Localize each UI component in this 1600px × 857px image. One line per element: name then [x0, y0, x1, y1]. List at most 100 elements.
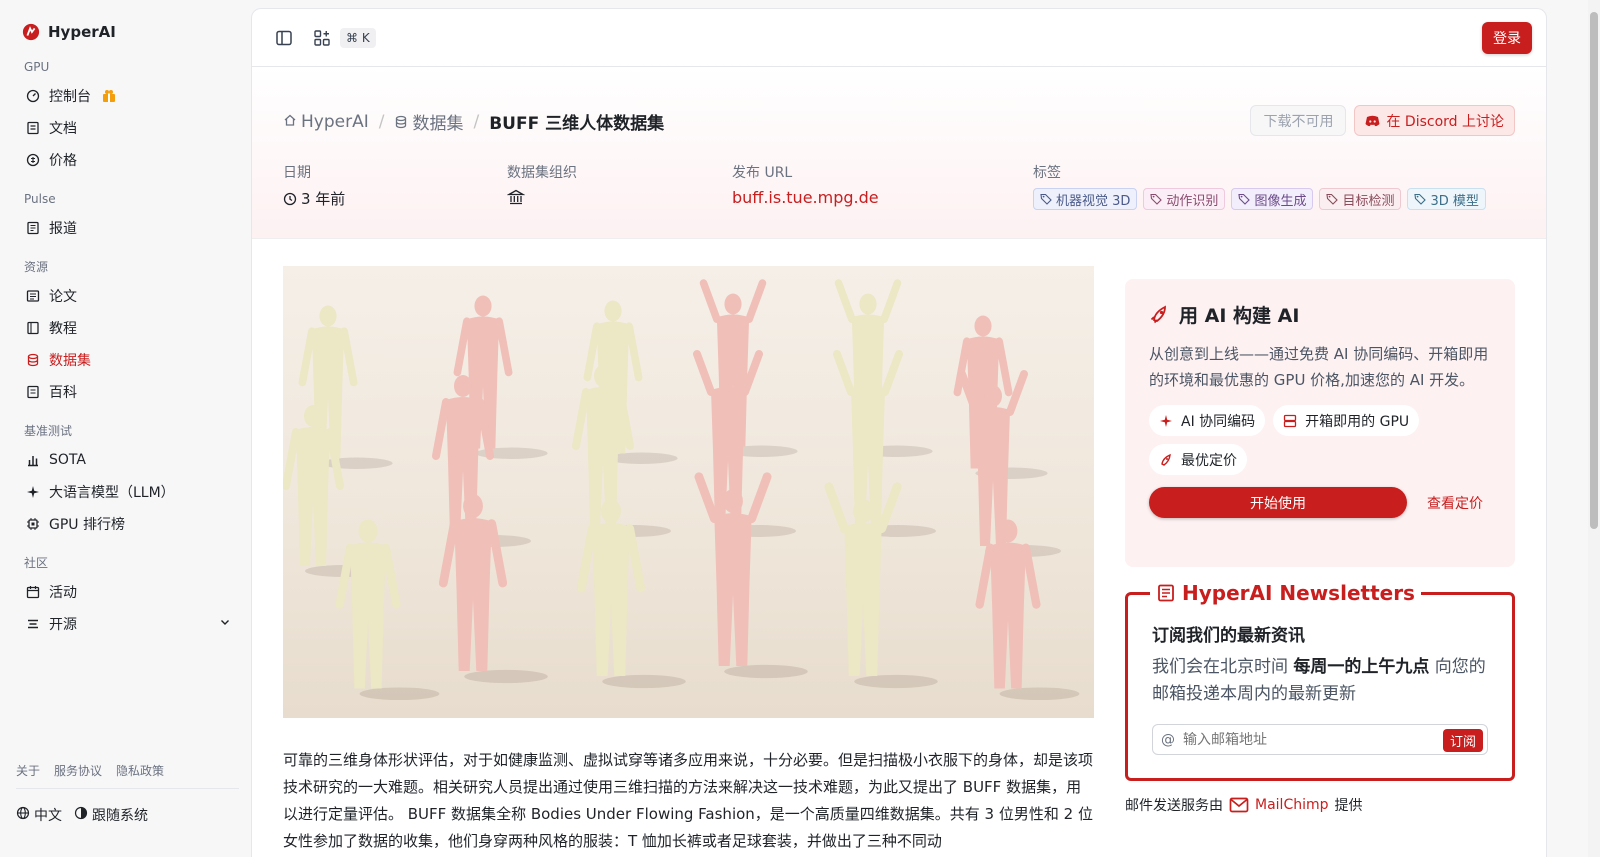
tag-chip[interactable]: 图像生成 — [1231, 188, 1314, 210]
newsletter-text-bold: 每周一的上午九点 — [1293, 657, 1430, 677]
subscribe-button[interactable]: 订阅 — [1442, 729, 1483, 752]
mailchimp-credit-post: 提供 — [1334, 798, 1363, 814]
chart-icon — [26, 453, 40, 467]
sidebar-item-label: 价格 — [49, 153, 77, 169]
tutorial-icon — [26, 321, 40, 335]
apps-icon[interactable] — [312, 28, 332, 48]
newsletter-title: HyperAI Newsletters — [1182, 581, 1415, 605]
sidebar-item-label: GPU 排行榜 — [49, 517, 125, 533]
sidebar-item-console[interactable]: 控制台 — [16, 80, 239, 112]
sidebar-item-label: 论文 — [49, 289, 77, 305]
tag-chip[interactable]: 3D 模型 — [1407, 188, 1486, 210]
meta-date-value: 3 年前 — [301, 190, 346, 208]
mailchimp-link[interactable]: MailChimp — [1255, 797, 1329, 813]
sidebar-item-llm[interactable]: 大语言模型（LLM） — [16, 476, 239, 508]
sidebar-item-price[interactable]: 价格 — [16, 144, 239, 176]
database-icon — [394, 115, 408, 129]
sidebar-item-label: 报道 — [49, 221, 77, 237]
meta-date: 日期 3 年前 — [283, 162, 345, 209]
footer-settings: 中文 跟随系统 — [16, 805, 148, 825]
sidebar-item-gpu-leaderboard[interactable]: GPU 排行榜 — [16, 508, 239, 540]
newsletter-text: 我们会在北京时间 每周一的上午九点 向您的邮箱投递本周内的最新更新 — [1152, 654, 1488, 708]
dataset-description: 可靠的三维身体形状评估，对于如健康监测、虚拟试穿等诸多应用来说，十分必要。但是扫… — [283, 751, 1094, 850]
meta-org-value-row — [507, 188, 577, 206]
tag-list: 机器视觉 3D 动作识别 图像生成 目标检测 3D 模型 — [1033, 188, 1486, 210]
sidebar-item-tutorials[interactable]: 教程 — [16, 312, 239, 344]
mailchimp-credit: 邮件发送服务由 MailChimp 提供 — [1125, 795, 1363, 815]
tag-chip[interactable]: 目标检测 — [1319, 188, 1402, 210]
wiki-icon — [26, 385, 40, 399]
tag-label: 图像生成 — [1254, 193, 1307, 209]
promo-cta: 开始使用 查看定价 — [1149, 487, 1491, 518]
calendar-icon — [26, 585, 40, 599]
section-label-community: 社区 — [24, 556, 49, 570]
view-pricing-link[interactable]: 查看定价 — [1427, 493, 1483, 513]
language-switch[interactable]: 中文 — [16, 805, 62, 825]
header-actions: 下载不可用 在 Discord 上讨论 — [1250, 105, 1515, 136]
section-label-pulse: Pulse — [24, 192, 56, 206]
language-label: 中文 — [34, 808, 62, 824]
sidebar-item-label: 控制台 — [49, 89, 91, 105]
newsletter-text-pre: 我们会在北京时间 — [1152, 657, 1294, 677]
paper-icon — [26, 289, 40, 303]
breadcrumb-datasets-label: 数据集 — [412, 114, 464, 134]
theme-switch[interactable]: 跟随系统 — [74, 805, 148, 825]
dataset-preview-image — [283, 266, 1094, 718]
meta-org: 数据集组织 — [507, 162, 577, 206]
meta-date-label: 日期 — [283, 165, 311, 181]
brand[interactable]: HyperAI — [16, 18, 239, 46]
breadcrumb-separator: / — [473, 111, 480, 132]
sidebar-item-news[interactable]: 报道 — [16, 212, 239, 244]
discord-button[interactable]: 在 Discord 上讨论 — [1354, 105, 1515, 136]
meta-url-link[interactable]: buff.is.tue.mpg.de — [732, 188, 879, 207]
feature-chip-gpu: 开箱即用的 GPU — [1273, 405, 1420, 436]
newspaper-icon — [1158, 584, 1174, 602]
download-button[interactable]: 下载不可用 — [1250, 105, 1347, 136]
mail-icon — [1229, 797, 1249, 813]
tag-chip[interactable]: 动作识别 — [1143, 188, 1226, 210]
get-started-button[interactable]: 开始使用 — [1149, 487, 1407, 518]
sidebar-item-label: 文档 — [49, 121, 77, 137]
feature-chip-label: AI 协同编码 — [1181, 413, 1256, 430]
sidebar-item-label: 活动 — [49, 585, 77, 601]
meta-url-label: 发布 URL — [732, 165, 793, 181]
sidebar-item-events[interactable]: 活动 — [16, 576, 239, 608]
hyperai-logo-icon — [22, 23, 40, 41]
tag-label: 3D 模型 — [1430, 193, 1479, 209]
promo-title-row: 用 AI 构建 AI — [1149, 299, 1491, 329]
feature-chip-coding: AI 协同编码 — [1149, 405, 1266, 436]
scrollbar-thumb[interactable] — [1590, 12, 1598, 529]
sidebar-item-label: 大语言模型（LLM） — [49, 485, 175, 501]
page-scrollbar[interactable] — [1588, 0, 1600, 857]
search-shortcut[interactable]: ⌘ K — [340, 27, 376, 48]
breadcrumb-separator: / — [378, 111, 385, 132]
dashboard-icon — [26, 89, 40, 103]
sidebar-item-papers[interactable]: 论文 — [16, 280, 239, 312]
footer-link-terms[interactable]: 服务协议 — [54, 762, 102, 779]
sidebar-item-label: SOTA — [49, 452, 86, 468]
institution-icon — [507, 189, 525, 205]
promo-card: 用 AI 构建 AI 从创意到上线——通过免费 AI 协同编码、开箱即用的环境和… — [1125, 279, 1515, 567]
breadcrumb-datasets[interactable]: 数据集 — [394, 109, 463, 134]
sidebar-toggle-icon[interactable] — [274, 28, 294, 48]
login-button[interactable]: 登录 — [1482, 22, 1532, 54]
email-field-box: @ 订阅 — [1152, 724, 1488, 755]
breadcrumb-home[interactable]: HyperAI — [283, 112, 369, 132]
chevron-down-icon[interactable] — [219, 616, 231, 632]
sidebar-item-sota[interactable]: SOTA — [16, 444, 239, 476]
newsletter-heading: 订阅我们的最新资讯 — [1152, 626, 1305, 646]
body-figure — [438, 493, 548, 684]
sidebar-item-docs[interactable]: 文档 — [16, 112, 239, 144]
section-label-benchmark: 基准测试 — [24, 424, 73, 438]
email-input[interactable] — [1183, 731, 1423, 748]
sidebar-item-wiki[interactable]: 百科 — [16, 376, 239, 408]
newsletter-card: HyperAI Newsletters 订阅我们的最新资讯 我们会在北京时间 每… — [1125, 581, 1515, 781]
tag-chip[interactable]: 机器视觉 3D — [1033, 188, 1138, 210]
footer-link-about[interactable]: 关于 — [16, 762, 40, 779]
footer-link-privacy[interactable]: 隐私政策 — [116, 762, 164, 779]
sidebar-item-opensource[interactable]: 开源 — [16, 608, 239, 640]
meta-org-label: 数据集组织 — [507, 165, 577, 181]
sidebar-item-datasets[interactable]: 数据集 — [16, 344, 239, 376]
sparkle-icon — [26, 485, 40, 499]
sidebar-item-label: 开源 — [49, 617, 77, 633]
